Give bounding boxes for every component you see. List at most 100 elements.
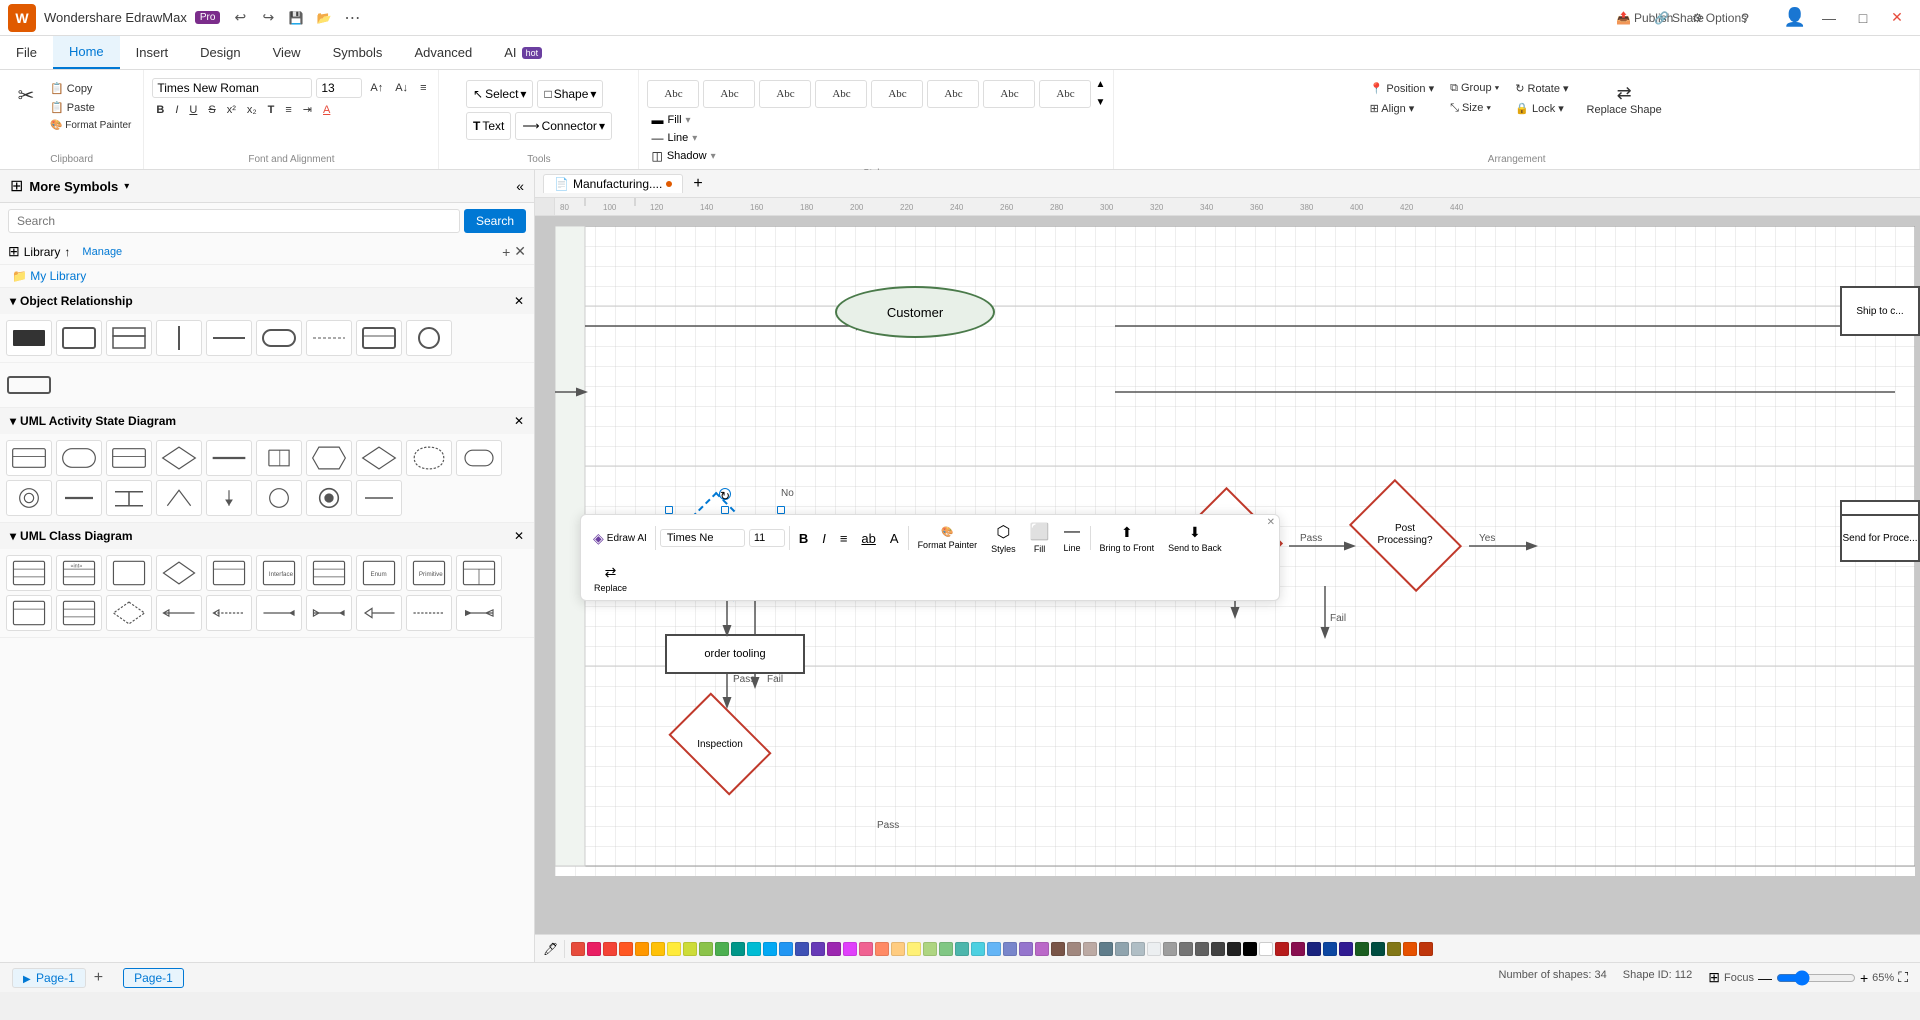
ft-bold-btn[interactable]: B xyxy=(794,528,813,549)
symbol-item[interactable] xyxy=(106,595,152,631)
add-library-button[interactable]: + xyxy=(502,243,510,260)
font-color-button[interactable]: A xyxy=(319,102,334,118)
symbol-item[interactable] xyxy=(456,555,502,591)
my-library-label[interactable]: My Library xyxy=(30,269,86,283)
symbol-item[interactable] xyxy=(256,320,302,356)
paste-button[interactable]: 📋 Paste xyxy=(46,99,135,116)
color-swatch-bluegrey2[interactable] xyxy=(1115,942,1129,956)
menu-symbols[interactable]: Symbols xyxy=(317,36,399,69)
color-swatch-green2[interactable] xyxy=(939,942,953,956)
redo-button[interactable]: ↪ xyxy=(256,6,280,30)
color-swatch-amber[interactable] xyxy=(651,942,665,956)
color-swatch-darkyellow[interactable] xyxy=(1387,942,1401,956)
category-header-uml-activity[interactable]: ▾ UML Activity State Diagram ✕ xyxy=(0,408,534,434)
color-swatch-teal[interactable] xyxy=(731,942,745,956)
save-button[interactable]: 💾 xyxy=(284,6,308,30)
color-swatch-red2[interactable] xyxy=(603,942,617,956)
ft-align-center-btn[interactable]: ≡ xyxy=(835,528,853,549)
menu-file[interactable]: File xyxy=(0,36,53,69)
indent-button[interactable]: ⇥ xyxy=(299,101,316,118)
color-swatch-darkdeep[interactable] xyxy=(1419,942,1433,956)
close-button[interactable]: ✕ xyxy=(1882,6,1912,30)
color-swatch-grey5[interactable] xyxy=(1227,942,1241,956)
add-tab-button[interactable]: + xyxy=(687,175,708,193)
symbol-item[interactable] xyxy=(6,440,52,476)
color-swatch-deeppurple2[interactable] xyxy=(1019,942,1033,956)
menu-advanced[interactable]: Advanced xyxy=(398,36,488,69)
line-button[interactable]: — Line ▾ xyxy=(647,130,1105,146)
close-category-class-button[interactable]: ✕ xyxy=(514,529,524,543)
strikethrough-button[interactable]: S xyxy=(204,102,219,118)
underline-button[interactable]: U xyxy=(185,102,201,118)
manage-button[interactable]: Manage xyxy=(82,246,122,258)
symbol-item[interactable]: «int» xyxy=(56,555,102,591)
add-page-button[interactable]: + xyxy=(90,969,107,987)
close-category-uml-button[interactable]: ✕ xyxy=(514,414,524,428)
symbol-item[interactable] xyxy=(306,480,352,516)
connector-dropdown[interactable]: ⟶ Connector ▾ xyxy=(515,112,612,140)
menu-ai[interactable]: AI hot xyxy=(488,36,558,69)
customer-shape[interactable]: Customer xyxy=(835,286,995,338)
symbol-item[interactable] xyxy=(6,595,52,631)
close-category-button[interactable]: ✕ xyxy=(514,294,524,308)
send-for-proc-shape[interactable]: Send for Proce... xyxy=(1840,514,1920,562)
symbol-item[interactable] xyxy=(106,555,152,591)
symbol-item[interactable] xyxy=(206,320,252,356)
inspection2-shape[interactable]: Inspection xyxy=(665,706,775,782)
cut-button[interactable]: ✂ xyxy=(8,80,44,111)
symbol-item[interactable] xyxy=(6,480,52,516)
color-swatch-teal2[interactable] xyxy=(955,942,969,956)
color-swatch-lightgreen[interactable] xyxy=(699,942,713,956)
symbol-item[interactable] xyxy=(406,595,452,631)
open-button[interactable]: 📂 xyxy=(312,6,336,30)
color-swatch-deeporange[interactable] xyxy=(619,942,633,956)
copy-button[interactable]: 📋 Copy xyxy=(46,80,135,97)
fill-button[interactable]: ▬ Fill ▾ xyxy=(647,112,1105,128)
color-swatch-purple[interactable] xyxy=(827,942,841,956)
color-swatch-lightgreen2[interactable] xyxy=(923,942,937,956)
minimize-button[interactable]: — xyxy=(1814,6,1844,30)
color-swatch-darkpink[interactable] xyxy=(1291,942,1305,956)
color-swatch-lightblue[interactable] xyxy=(763,942,777,956)
search-button[interactable]: Search xyxy=(464,209,526,233)
symbol-item[interactable] xyxy=(106,440,152,476)
symbol-item[interactable] xyxy=(156,320,202,356)
collapse-panel-button[interactable]: « xyxy=(516,178,524,194)
edraw-ai-btn[interactable]: ◈ Edraw AI xyxy=(589,528,651,549)
symbol-item[interactable] xyxy=(406,320,452,356)
symbol-item[interactable] xyxy=(56,320,102,356)
format-painter-button[interactable]: 🎨 Format Painter xyxy=(46,118,135,133)
zoom-out-button[interactable]: — xyxy=(1758,970,1772,986)
position-button[interactable]: 📍 Position ▾ xyxy=(1366,80,1438,97)
color-swatch-darkorange[interactable] xyxy=(1403,942,1417,956)
symbol-item[interactable] xyxy=(356,440,402,476)
symbol-item[interactable] xyxy=(206,440,252,476)
color-swatch-grey2[interactable] xyxy=(1179,942,1193,956)
superscript-button[interactable]: x² xyxy=(223,102,240,118)
text-dropdown[interactable]: T Text xyxy=(466,112,511,140)
symbol-item[interactable] xyxy=(406,440,452,476)
color-swatch-blue2[interactable] xyxy=(987,942,1001,956)
ft-fill-btn[interactable]: ⬜ Fill xyxy=(1025,519,1055,557)
canvas[interactable]: Fail Pass Yes No Pass Fail Customer xyxy=(535,216,1920,934)
color-swatch-grey4[interactable] xyxy=(1211,942,1225,956)
color-swatch-bluegrey4[interactable] xyxy=(1147,942,1161,956)
order-tooling-shape[interactable]: order tooling xyxy=(665,634,805,674)
color-swatch-grey[interactable] xyxy=(1163,942,1177,956)
category-header-obj-rel[interactable]: ▾ Object Relationship ✕ xyxy=(0,288,534,314)
menu-insert[interactable]: Insert xyxy=(120,36,185,69)
symbol-item[interactable] xyxy=(306,555,352,591)
style-box-6[interactable]: Abc xyxy=(927,80,979,108)
style-box-8[interactable]: Abc xyxy=(1039,80,1091,108)
publish-button[interactable]: 📤 Publish xyxy=(1616,6,1646,30)
zoom-slider[interactable] xyxy=(1776,970,1856,986)
fullscreen-button[interactable]: ⛶ xyxy=(1898,969,1908,986)
menu-design[interactable]: Design xyxy=(184,36,256,69)
size-button[interactable]: ⤡ Size ▾ xyxy=(1446,100,1503,117)
color-swatch-darkblue[interactable] xyxy=(1307,942,1321,956)
ft-text-color-btn[interactable]: A xyxy=(885,528,904,549)
style-box-4[interactable]: Abc xyxy=(815,80,867,108)
symbol-item[interactable] xyxy=(356,320,402,356)
color-swatch-darkpurple[interactable] xyxy=(1339,942,1353,956)
ft-close-btn[interactable]: ✕ xyxy=(1267,517,1275,528)
